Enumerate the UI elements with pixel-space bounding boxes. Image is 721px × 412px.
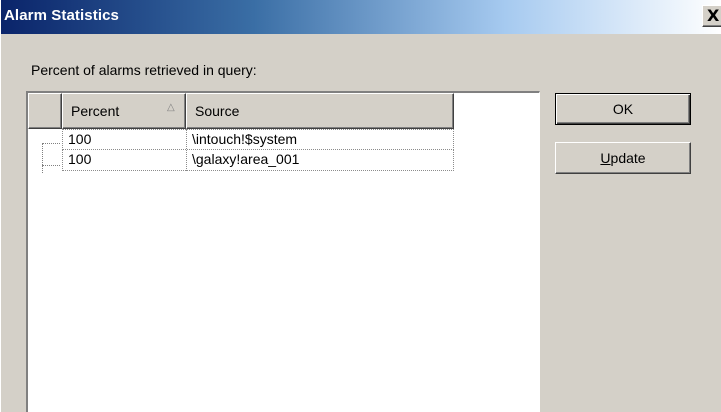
tree-line-branch — [42, 143, 60, 144]
window-title: Alarm Statistics — [4, 7, 119, 24]
list-row[interactable]: 100 \galaxy!area_001 — [62, 150, 454, 171]
query-label: Percent of alarms retrieved in query: — [31, 62, 257, 78]
statistics-list[interactable]: Percent △ Source 100 \intouch!$system 10… — [26, 91, 540, 412]
cell-source: \galaxy!area_001 — [192, 151, 300, 167]
column-divider — [186, 129, 187, 171]
cell-percent: 100 — [68, 131, 92, 147]
column-header-source-label: Source — [195, 103, 240, 119]
sort-ascending-icon: △ — [167, 102, 175, 113]
column-header-percent-label: Percent — [71, 103, 120, 119]
cell-source: \intouch!$system — [192, 131, 298, 147]
list-row[interactable]: 100 \intouch!$system — [62, 129, 454, 150]
title-bar[interactable]: Alarm Statistics X — [1, 0, 721, 34]
tree-line-vertical — [42, 143, 43, 173]
column-header-percent[interactable]: Percent △ — [62, 93, 186, 129]
cell-percent: 100 — [68, 151, 92, 167]
alarm-statistics-dialog: Alarm Statistics X Percent of alarms ret… — [0, 0, 721, 412]
update-button[interactable]: Update — [555, 142, 691, 174]
ok-button[interactable]: OK — [555, 93, 691, 125]
update-accelerator: U — [600, 150, 611, 166]
update-label-rest: pdate — [610, 150, 646, 166]
column-header-source[interactable]: Source — [186, 93, 454, 129]
close-icon: X — [707, 6, 720, 25]
close-button[interactable]: X — [702, 5, 721, 27]
tree-line-branch — [42, 165, 60, 166]
header-spacer — [28, 93, 62, 129]
